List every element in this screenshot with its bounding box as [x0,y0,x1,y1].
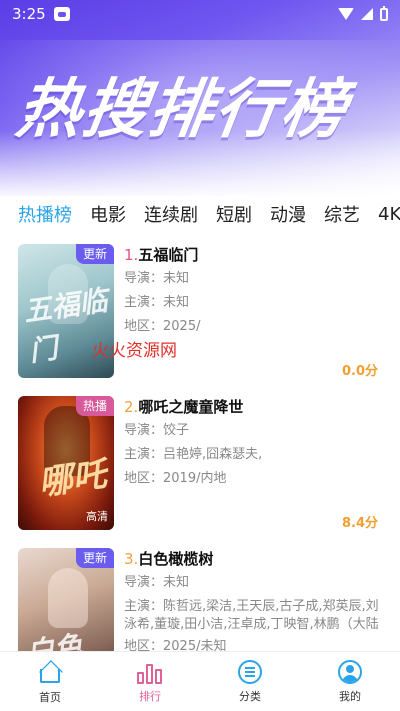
poster-text: 白色 [24,629,85,652]
director-text: 导演：未知 [124,575,190,590]
tab-short-drama[interactable]: 短剧 [216,201,252,227]
nav-label: 我的 [339,689,361,703]
nav-label: 排行 [139,689,161,703]
nav-category[interactable]: 分类 [200,652,300,711]
list-item[interactable]: 五福临门 更新 1.五福临门 导演：未知 主演：未知 地区：2025/ 火火资源… [0,244,400,396]
score: 8.4分 [341,516,378,531]
cast-text: 主演：未知 [124,295,190,310]
rank-number: 1. [124,246,139,264]
page-title: 热搜排行榜 [11,73,353,147]
list-item[interactable]: 哪吒 热播 高清 2.哪吒之魔童降世 导演：饺子 主演：吕艳婷,囧森瑟夫, 地区… [0,396,400,548]
director-text: 导演：饺子 [124,423,190,438]
item-title[interactable]: 3.白色橄榄树 [124,548,386,570]
region-text: 地区：2025/ [124,319,201,334]
tab-anime[interactable]: 动漫 [270,201,306,227]
poster-text: 哪吒 [36,454,109,504]
status-badge: 更新 [75,548,114,568]
title-text: 哪吒之魔童降世 [138,398,244,416]
tab-movie[interactable]: 电影 [90,201,126,227]
home-icon [37,659,63,685]
quality-tag: 高清 [86,510,108,523]
nav-ranking[interactable]: 排行 [100,652,200,711]
nav-label: 首页 [39,690,61,704]
category-tabs: 热播榜 电影 连续剧 短剧 动漫 综艺 4K [0,196,400,232]
status-indicators [338,5,388,21]
status-time: 3:25 [12,5,46,23]
title-text: 五福临门 [138,246,199,264]
director-text: 导演：未知 [124,271,190,286]
cast-text: 主演：吕艳婷,囧森瑟夫, [124,447,263,462]
battery-icon [380,5,388,21]
tab-series[interactable]: 连续剧 [144,201,198,227]
android-notification-icon [53,7,70,21]
item-info: 1.五福临门 导演：未知 主演：未知 地区：2025/ [124,244,386,338]
tab-4k[interactable]: 4K [378,204,400,225]
poster-image[interactable]: 白色 更新 [18,548,114,652]
nav-label: 分类 [239,689,261,703]
wifi-icon [338,8,354,20]
signal-icon [361,8,373,20]
rank-number: 3. [124,550,139,568]
category-icon [238,659,262,684]
poster-figure [48,568,88,628]
title-text: 白色橄榄树 [138,550,214,568]
item-info: 2.哪吒之魔童降世 导演：饺子 主演：吕艳婷,囧森瑟夫, 地区：2019/内地 [124,396,386,490]
item-title[interactable]: 2.哪吒之魔童降世 [124,396,386,418]
rank-number: 2. [124,398,139,416]
item-title[interactable]: 1.五福临门 [124,244,386,266]
tab-variety[interactable]: 综艺 [324,201,360,227]
nav-home[interactable]: 首页 [0,652,100,711]
score: 0.0分 [341,364,378,379]
cast-text: 主演：陈哲远,梁洁,王天辰,古子成,郑英辰,刘泳希,董璇,田小洁,汪卓成,丁映智… [124,599,379,632]
item-info: 3.白色橄榄树 导演：未知 主演：陈哲远,梁洁,王天辰,古子成,郑英辰,刘泳希,… [124,548,386,652]
ranking-list: 五福临门 更新 1.五福临门 导演：未知 主演：未知 地区：2025/ 火火资源… [0,244,400,652]
region-text: 地区：2025/未知 [124,639,227,652]
nav-profile[interactable]: 我的 [300,652,400,711]
list-item[interactable]: 白色 更新 3.白色橄榄树 导演：未知 主演：陈哲远,梁洁,王天辰,古子成,郑英… [0,548,400,652]
tab-hot[interactable]: 热播榜 [18,201,72,227]
status-badge: 更新 [75,244,114,264]
status-badge: 热播 [75,396,114,416]
status-bar: 3:25 [0,0,400,28]
poster-image[interactable]: 哪吒 热播 高清 [18,396,114,530]
profile-icon [338,659,362,684]
watermark: 火火资源网 [92,341,177,361]
region-text: 地区：2019/内地 [124,471,227,486]
bottom-nav: 首页 排行 分类 我的 [0,651,400,711]
ranking-icon [137,660,163,684]
